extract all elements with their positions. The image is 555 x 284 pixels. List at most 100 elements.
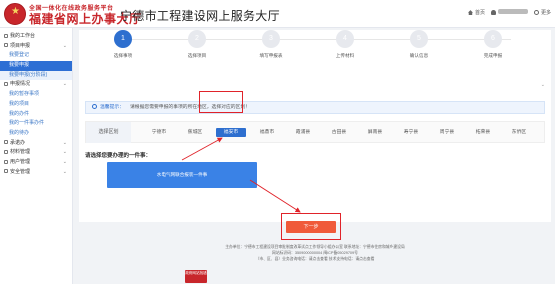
region-option[interactable]: 东侨区 xyxy=(504,128,534,137)
step-label: 完成申报 xyxy=(483,53,503,58)
step-5: 5 确认信息 xyxy=(389,30,449,59)
header-links: 首页 更多 xyxy=(467,9,551,16)
region-option-selected[interactable]: 福安市 xyxy=(216,128,246,137)
sidebar-item-label: 我的项目 xyxy=(9,100,30,107)
sidebar-group-security[interactable]: 安全管理 ⌄ xyxy=(0,168,72,178)
more-link-label: 更多 xyxy=(540,10,551,16)
step-1: 1 选择事项 xyxy=(93,30,153,59)
region-option[interactable]: 福鼎市 xyxy=(252,128,282,137)
step-label: 确认信息 xyxy=(409,53,429,58)
region-highlight-box xyxy=(199,91,243,113)
chevron-down-icon: ⌄ xyxy=(62,81,67,88)
step-number: 6 xyxy=(484,30,502,48)
chevron-down-icon: ⌄ xyxy=(62,149,67,156)
sidebar-item-todo[interactable]: 我的待办 xyxy=(0,129,72,139)
sidebar-item-label: 我的工作台 xyxy=(10,33,36,39)
sidebar-item-label: 申报情况 xyxy=(10,81,31,88)
user-icon xyxy=(490,10,496,16)
region-option[interactable]: 柘荣县 xyxy=(468,128,498,137)
footer: 主办单位：宁德市工程建设项目审批制度改革试点工作领导小组办公室 联系地址：宁德市… xyxy=(79,244,551,263)
step-label: 上传材料 xyxy=(335,53,355,58)
step-number: 1 xyxy=(114,30,132,48)
step-number: 4 xyxy=(336,30,354,48)
region-option[interactable]: 霞浦县 xyxy=(288,128,318,137)
region-option[interactable]: 周宁县 xyxy=(432,128,462,137)
footer-contact[interactable]: （市、区、县）业务咨询电话：请点击查看 技术支持电话：请点击查看 xyxy=(79,256,551,262)
sidebar-group-promise[interactable]: 承诺办 ⌄ xyxy=(0,139,72,149)
user-name-redacted xyxy=(497,9,528,14)
chevron-down-icon: ⌄ xyxy=(62,158,67,165)
materials-icon xyxy=(4,149,8,154)
chevron-down-icon[interactable]: ⌄ xyxy=(541,82,545,88)
main-panel: 1 选择事项 2 选择项目 3 填写申报表 4 上传材料 5 确认信息 6 完成… xyxy=(79,30,551,222)
top-header: ★ 全国一体化在线政务服务平台 福建省网上办事大厅 宁德市工程建设网上服务大厅 … xyxy=(0,0,555,28)
sidebar-item-label: 我要申报(分阶段) xyxy=(9,71,48,78)
sidebar-group-users[interactable]: 用户管理 ⌄ xyxy=(0,158,72,168)
sidebar-item-label: 我的暂存事项 xyxy=(9,91,40,98)
step-3: 3 填写申报表 xyxy=(241,30,301,59)
step-2: 2 选择项目 xyxy=(167,30,227,59)
more-icon xyxy=(533,10,539,16)
step-number: 5 xyxy=(410,30,428,48)
sidebar-item-workbench[interactable]: 我的工作台 xyxy=(0,32,72,42)
sidebar-item-apply[interactable]: 我要申报 xyxy=(0,61,72,71)
more-link[interactable]: 更多 xyxy=(533,9,551,16)
chevron-down-icon: ⌄ xyxy=(62,42,67,49)
sidebar-group-apply-status[interactable]: 申报情况 ⌄ xyxy=(0,80,72,90)
notice-bar: 温馨提示： 请根据您需要申报的事项的所在地区，选择对应的区划！ xyxy=(85,101,545,114)
step-number: 3 xyxy=(262,30,280,48)
sidebar-item-label: 材料管理 xyxy=(10,149,31,156)
workbench-icon xyxy=(4,33,8,38)
promise-icon xyxy=(4,140,8,145)
sidebar-item-drafts[interactable]: 我的暂存事项 xyxy=(0,90,72,100)
step-progress: 1 选择事项 2 选择项目 3 填写申报表 4 上传材料 5 确认信息 6 完成… xyxy=(79,30,551,90)
matter-prompt: 请选择您要办理的一件事： xyxy=(85,153,152,159)
region-option[interactable]: 寿宁县 xyxy=(396,128,426,137)
sidebar-item-label: 承诺办 xyxy=(10,139,26,146)
sidebar-item-label: 用户管理 xyxy=(10,158,31,165)
home-icon xyxy=(467,10,473,16)
sidebar-item-apply-staged[interactable]: 我要申报(分阶段) xyxy=(0,70,72,81)
chevron-down-icon: ⌄ xyxy=(62,168,67,175)
region-selector: 选择区划 宁德市 蕉城区 福安市 福鼎市 霞浦县 古田县 屏南县 寿宁县 周宁县… xyxy=(85,121,545,143)
gov-site-badge[interactable]: 政府网站找错 xyxy=(185,270,207,283)
chevron-down-icon: ⌄ xyxy=(62,139,67,146)
step-label: 选择项目 xyxy=(187,53,207,58)
region-option[interactable]: 宁德市 xyxy=(144,128,174,137)
government-emblem-logo: ★ xyxy=(4,3,26,25)
info-icon xyxy=(92,104,97,110)
user-icon xyxy=(4,159,8,164)
sidebar-item-label: 安全管理 xyxy=(10,168,31,175)
next-step-button[interactable]: 下一步 xyxy=(286,221,336,233)
step-label: 选择事项 xyxy=(113,53,133,58)
sidebar-item-label: 我要申报 xyxy=(9,62,30,69)
list-icon xyxy=(4,82,8,87)
sidebar-item-register[interactable]: 我要登记 xyxy=(0,51,72,61)
notice-tip: 温馨提示： xyxy=(100,105,124,110)
sidebar-item-label: 我的办件 xyxy=(9,110,30,117)
sidebar: 我的工作台 项目申报 ⌄ 我要登记 我要申报 我要申报(分阶段) 申报情况 ⌄ 我的… xyxy=(0,28,73,284)
sidebar-item-my-cases[interactable]: 我的办件 xyxy=(0,110,72,120)
step-label: 填写申报表 xyxy=(259,53,283,58)
sidebar-group-project-apply[interactable]: 项目申报 ⌄ xyxy=(0,42,72,52)
sidebar-item-my-projects[interactable]: 我的项目 xyxy=(0,100,72,110)
step-6: 6 完成申报 xyxy=(463,30,523,59)
home-link-label: 首页 xyxy=(474,10,485,16)
home-link[interactable]: 首页 xyxy=(467,9,485,16)
step-number: 2 xyxy=(188,30,206,48)
sidebar-group-materials[interactable]: 材料管理 ⌄ xyxy=(0,148,72,158)
user-account[interactable] xyxy=(490,9,528,16)
step-4: 4 上传材料 xyxy=(315,30,375,59)
folder-icon xyxy=(4,43,8,48)
shield-icon xyxy=(4,169,8,174)
region-option[interactable]: 蕉城区 xyxy=(180,128,210,137)
region-selector-label: 选择区划 xyxy=(86,122,131,143)
region-option[interactable]: 古田县 xyxy=(324,128,354,137)
sidebar-item-label: 项目申报 xyxy=(10,42,31,49)
region-option[interactable]: 屏南县 xyxy=(360,128,390,137)
sidebar-item-label: 我的一件事办件 xyxy=(9,120,45,127)
matter-option-button[interactable]: 水电气网联合报装一件事 xyxy=(107,162,257,188)
sidebar-item-one-thing-cases[interactable]: 我的一件事办件 xyxy=(0,119,72,129)
sidebar-item-label: 我的待办 xyxy=(9,129,30,136)
sidebar-item-label: 我要登记 xyxy=(9,52,30,59)
